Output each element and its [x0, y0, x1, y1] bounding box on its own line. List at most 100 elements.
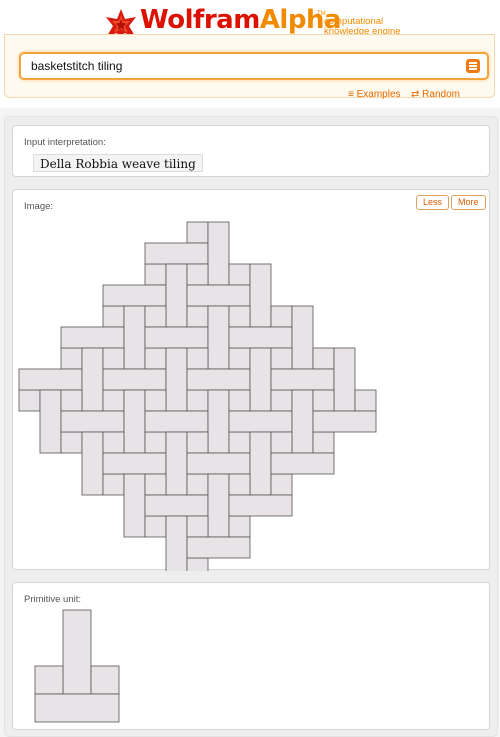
square-tile	[354, 389, 377, 412]
horizontal-tile	[228, 410, 293, 433]
horizontal-tile	[102, 452, 167, 475]
horizontal-tile	[186, 536, 251, 559]
square-tile	[144, 473, 167, 496]
square-tile	[228, 305, 251, 328]
vertical-tile	[81, 431, 104, 496]
square-tile	[312, 389, 335, 412]
horizontal-tile	[270, 452, 335, 475]
square-tile	[186, 389, 209, 412]
horizontal-tile	[186, 284, 251, 307]
vertical-tile	[39, 389, 62, 454]
square-tile	[186, 473, 209, 496]
horizontal-tile	[102, 368, 167, 391]
square-tile	[102, 389, 125, 412]
random-label: Random	[422, 89, 460, 100]
interpretation-value: Della Robbia weave tiling	[33, 154, 203, 172]
horizontal-tile	[228, 494, 293, 517]
square-tile	[270, 431, 293, 454]
square-tile	[102, 347, 125, 370]
vertical-tile	[207, 221, 230, 286]
square-tile-right	[90, 665, 120, 695]
vertical-tile	[123, 389, 146, 454]
square-tile	[186, 263, 209, 286]
vertical-tile	[207, 473, 230, 538]
horizontal-tile	[60, 326, 125, 349]
square-tile	[186, 431, 209, 454]
pod-title: Input interpretation:	[24, 137, 106, 148]
horizontal-tile	[270, 368, 335, 391]
square-tile	[60, 431, 83, 454]
vertical-tile	[165, 347, 188, 412]
square-tile	[102, 473, 125, 496]
vertical-tile	[207, 305, 230, 370]
square-tile	[228, 263, 251, 286]
square-tile	[228, 473, 251, 496]
primitive-unit-pod: Primitive unit:	[12, 582, 490, 730]
vertical-tile	[81, 347, 104, 412]
vertical-tile	[123, 305, 146, 370]
square-tile	[144, 263, 167, 286]
primitive-unit-image	[34, 609, 120, 723]
square-tile	[144, 515, 167, 538]
vertical-tile	[333, 347, 356, 412]
horizontal-tile	[34, 693, 120, 723]
image-pod: Image: Less More	[12, 189, 490, 571]
square-tile	[228, 515, 251, 538]
square-tile	[186, 221, 209, 244]
square-tile	[228, 389, 251, 412]
random-link[interactable]: ⇄ Random	[411, 89, 460, 100]
search-box	[19, 52, 489, 80]
shuffle-icon: ⇄	[411, 89, 420, 100]
horizontal-tile	[312, 410, 377, 433]
horizontal-tile	[18, 368, 83, 391]
vertical-tile	[62, 609, 92, 695]
square-tile	[144, 347, 167, 370]
square-tile-left	[34, 665, 64, 695]
horizontal-tile	[60, 410, 125, 433]
vertical-tile	[165, 515, 188, 571]
square-tile	[270, 389, 293, 412]
square-tile	[186, 347, 209, 370]
square-tile	[312, 347, 335, 370]
vertical-tile	[165, 263, 188, 328]
square-tile	[60, 347, 83, 370]
square-tile	[228, 347, 251, 370]
vertical-tile	[249, 263, 272, 328]
input-interpretation-pod: Input interpretation: Della Robbia weave…	[12, 125, 490, 177]
square-tile	[186, 515, 209, 538]
vertical-tile	[165, 431, 188, 496]
vertical-tile	[123, 473, 146, 538]
horizontal-tile	[228, 326, 293, 349]
examples-label: Examples	[356, 89, 401, 100]
examples-link[interactable]: ≡ Examples	[348, 89, 401, 100]
square-tile	[186, 557, 209, 571]
square-tile	[186, 305, 209, 328]
vertical-tile	[291, 305, 314, 370]
wolframalpha-logo[interactable]: WolframAlpha	[140, 5, 342, 35]
square-tile	[270, 305, 293, 328]
square-tile	[144, 431, 167, 454]
square-tile	[312, 431, 335, 454]
vertical-tile	[291, 389, 314, 454]
vertical-tile	[249, 431, 272, 496]
square-tile	[102, 431, 125, 454]
horizontal-tile	[144, 410, 209, 433]
square-tile	[144, 305, 167, 328]
horizontal-tile	[186, 368, 251, 391]
list-icon: ≡	[348, 89, 354, 100]
square-tile	[270, 347, 293, 370]
horizontal-tile	[144, 494, 209, 517]
square-tile	[60, 389, 83, 412]
search-input[interactable]	[31, 57, 451, 75]
vertical-tile	[207, 389, 230, 454]
square-tile	[102, 305, 125, 328]
vertical-tile	[249, 347, 272, 412]
search-go-button[interactable]	[466, 59, 480, 73]
square-tile	[18, 389, 41, 412]
square-tile	[228, 431, 251, 454]
horizontal-tile	[102, 284, 167, 307]
square-tile	[144, 389, 167, 412]
logo-wolfram: Wolfram	[140, 5, 260, 35]
square-tile	[270, 473, 293, 496]
header: WolframAlpha TM computational knowledge …	[0, 0, 500, 108]
